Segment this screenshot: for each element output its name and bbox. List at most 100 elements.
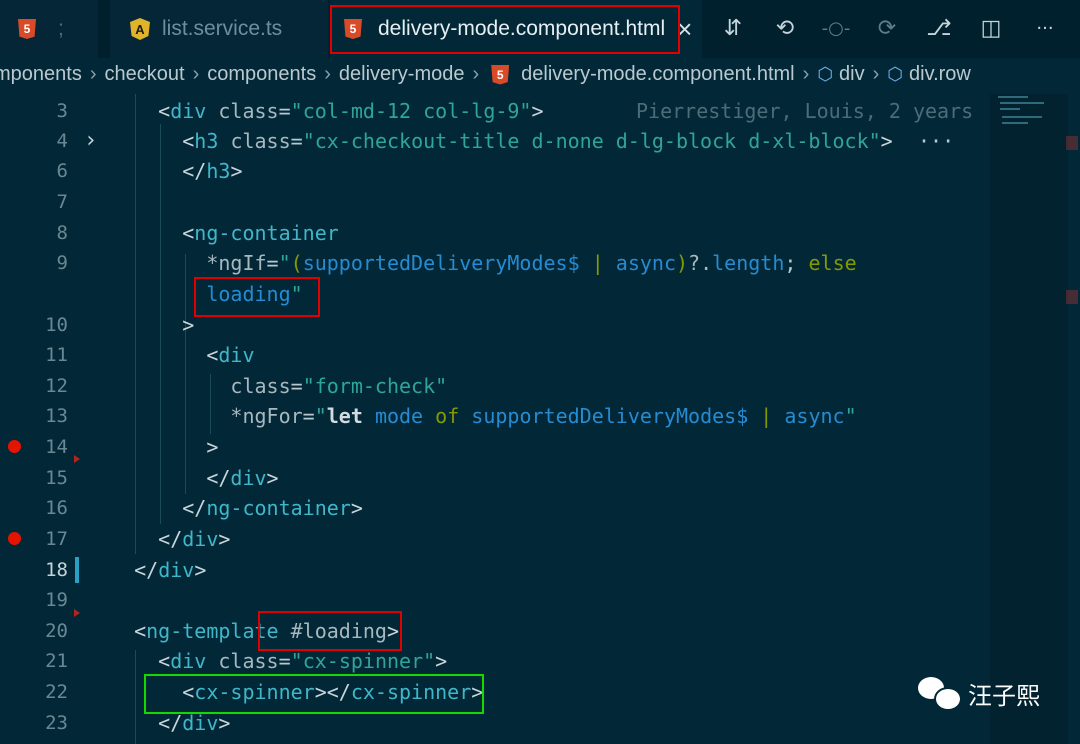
scrollbar-marker xyxy=(1066,136,1078,150)
breadcrumb-item[interactable]: checkout xyxy=(105,63,185,86)
tab-label: ; xyxy=(58,17,64,40)
git-blame-annotation: Pierrestiger, Louis, 2 years xyxy=(636,99,974,123)
angular-icon: A xyxy=(130,18,150,40)
breadcrumb-item[interactable]: mponents xyxy=(0,63,82,86)
minimap-line xyxy=(998,96,1028,98)
minimap-line xyxy=(1002,122,1028,124)
breadcrumb-item[interactable]: div xyxy=(839,63,865,86)
line-number: 3 xyxy=(56,100,68,122)
code-line: 17 </div> xyxy=(0,524,990,554)
code-text: *ngFor="let mode of supportedDeliveryMod… xyxy=(230,404,857,428)
code-line: 18 </div> xyxy=(0,555,990,585)
code-text: <div class="cx-spinner"> xyxy=(158,649,448,673)
line-number: 13 xyxy=(45,405,68,427)
code-text: </h3> xyxy=(182,159,243,183)
breadcrumb-separator: › xyxy=(872,63,880,85)
code-text: <ng-container xyxy=(182,221,339,245)
code-line: 12 class="form-check" xyxy=(0,371,990,401)
line-number: 11 xyxy=(45,344,68,366)
commit-icon[interactable]: -○- xyxy=(816,14,856,44)
tab-list-service[interactable]: A list.service.ts xyxy=(110,0,328,58)
code-text: </ng-container> xyxy=(182,496,363,520)
breadcrumb-separator: › xyxy=(802,63,810,85)
breadcrumb-separator: › xyxy=(192,63,200,85)
line-number: 23 xyxy=(45,712,68,734)
code-text: </div> xyxy=(134,558,207,582)
minimap[interactable] xyxy=(990,94,1068,744)
wechat-bubble xyxy=(934,686,962,711)
line-number: 10 xyxy=(45,314,68,336)
code-line: 7 xyxy=(0,187,990,217)
code-text: > xyxy=(182,313,195,337)
code-line: loading" xyxy=(0,279,990,309)
code-line: 21 <div class="cx-spinner"> xyxy=(0,646,990,676)
line-number: 19 xyxy=(45,589,68,611)
html5-icon: 5 xyxy=(18,19,36,39)
code-text: *ngIf="(supportedDeliveryModes$ | async)… xyxy=(206,251,857,275)
breadcrumb-separator: › xyxy=(472,63,480,85)
vertical-scrollbar[interactable] xyxy=(1068,94,1080,744)
breadcrumb-item[interactable]: delivery-mode xyxy=(339,63,465,86)
html5-icon: 5 xyxy=(491,64,510,85)
code-text: <div xyxy=(206,343,255,367)
breadcrumb-item[interactable]: components xyxy=(207,63,316,86)
go-back-icon[interactable]: ⟲ xyxy=(770,14,800,44)
code-line: 16 </ng-container> xyxy=(0,493,990,523)
code-line: 4 › <h3 class="cx-checkout-title d-none … xyxy=(0,126,990,156)
breadcrumb-separator: › xyxy=(89,63,97,85)
line-number: 4 xyxy=(56,130,68,152)
line-number: 20 xyxy=(45,620,68,642)
cube-icon: ⬡ xyxy=(817,64,834,84)
code-line: 14 > xyxy=(0,432,990,463)
minimap-line xyxy=(1000,102,1044,104)
tab-bar: 5 ; A list.service.ts 5 delivery-mode.co… xyxy=(0,0,1080,58)
watermark-text: 汪子熙 xyxy=(968,682,1040,710)
line-number: 22 xyxy=(45,681,68,703)
highlight-template-ref xyxy=(258,611,402,651)
go-forward-icon[interactable]: ⟳ xyxy=(872,14,902,44)
code-text: <div class="col-md-12 col-lg-9"> xyxy=(158,99,544,123)
git-lens-icon[interactable]: ⎇ xyxy=(924,14,954,44)
line-number: 12 xyxy=(45,375,68,397)
cube-icon: ⬡ xyxy=(887,64,903,84)
code-line: 13 *ngFor="let mode of supportedDelivery… xyxy=(0,401,990,431)
git-change-indicator xyxy=(75,557,79,583)
line-number: 17 xyxy=(45,528,68,550)
code-text: > xyxy=(206,435,219,459)
wechat-icon xyxy=(918,676,962,711)
code-editor[interactable]: 3 <div class="col-md-12 col-lg-9"> Pierr… xyxy=(0,94,1080,744)
code-line: 20 <ng-template #loading> xyxy=(0,616,990,646)
git-compare-icon[interactable]: ⇵ xyxy=(718,14,748,44)
code-line: 11 <div xyxy=(0,340,990,370)
code-line: 6 </h3> xyxy=(0,156,990,186)
line-number: 6 xyxy=(56,160,68,182)
breadcrumb-separator: › xyxy=(324,63,331,85)
more-actions-icon[interactable]: ··· xyxy=(1030,14,1060,44)
code-text: </div> xyxy=(158,527,231,551)
code-text: </div> xyxy=(206,466,279,490)
code-line: 23 </div> xyxy=(0,708,990,738)
minimap-line xyxy=(1002,116,1042,118)
line-number: 18 xyxy=(45,559,68,581)
code-line: 3 <div class="col-md-12 col-lg-9"> Pierr… xyxy=(0,96,990,126)
highlight-active-tab xyxy=(330,5,680,54)
code-line: 9 *ngIf="(supportedDeliveryModes$ | asyn… xyxy=(0,248,990,278)
code-line: 19 xyxy=(0,585,990,617)
tab-html-partial[interactable]: 5 ; xyxy=(0,0,98,58)
code-text: </div> xyxy=(158,711,231,735)
folded-ellipsis[interactable]: ··· xyxy=(918,126,954,156)
tab-label: list.service.ts xyxy=(162,17,283,40)
gutter-marker-icon xyxy=(74,455,80,463)
split-editor-icon[interactable]: ◫ xyxy=(976,14,1006,44)
code-line: 15 </div> xyxy=(0,463,990,493)
line-number: 21 xyxy=(45,650,68,672)
breadcrumb-item[interactable]: div.row xyxy=(909,63,971,86)
line-number: 15 xyxy=(45,467,68,489)
line-number: 9 xyxy=(56,252,68,274)
fold-chevron-icon[interactable]: › xyxy=(84,126,97,156)
code-line: 10 > xyxy=(0,310,990,340)
line-number: 7 xyxy=(56,191,68,213)
line-number: 8 xyxy=(56,222,68,244)
breadcrumb-item[interactable]: delivery-mode.component.html xyxy=(521,63,794,86)
code-text: class="form-check" xyxy=(230,374,448,398)
